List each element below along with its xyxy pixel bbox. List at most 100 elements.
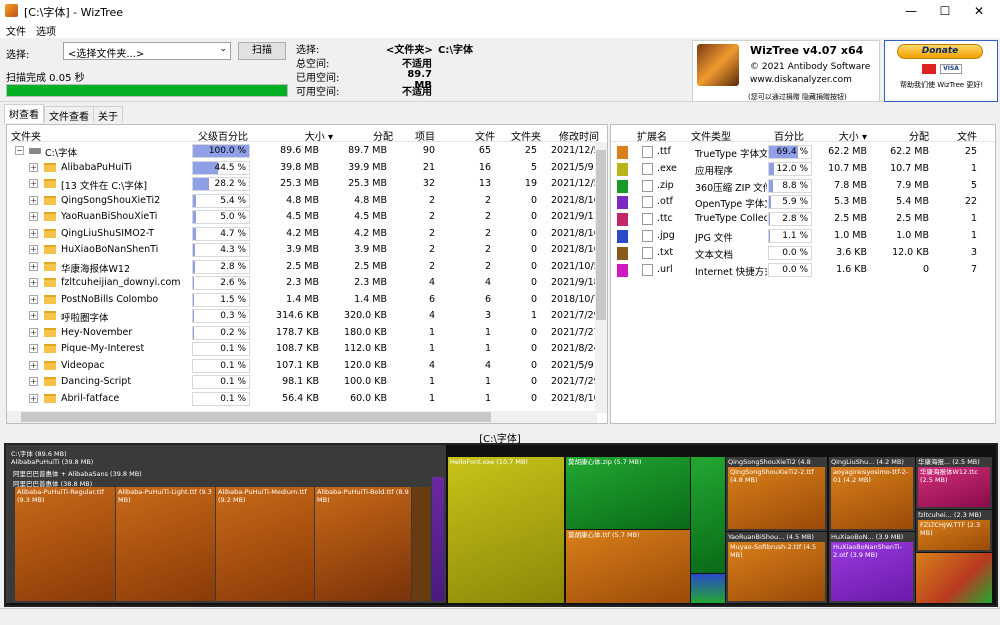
ext-row[interactable]: .zip 360压缩 ZIP 文件 8.8 % 7.8 MB 7.9 MB 5 [611, 178, 995, 195]
expand-icon[interactable]: + [29, 360, 38, 370]
folder-select[interactable]: <选择文件夹...> ⌄ [63, 42, 231, 60]
tree-row[interactable]: + Abril-fatface 0.1 % 56.4 KB 60.0 KB 1 1 0 2021… [7, 391, 607, 408]
expand-icon[interactable]: + [29, 245, 38, 254]
expand-icon[interactable]: + [29, 212, 38, 221]
ext-row[interactable]: .ttf TrueType 字体文 69.4 % 62.2 MB 62.2 MB 25 [611, 144, 995, 161]
tree-row[interactable]: + AlibabaPuHuiTi 44.5 % 39.8 MB 39.9 MB 21 16 5… [7, 160, 607, 177]
treemap-file-regular[interactable]: Alibaba-PuHuiTi-Regular.ttf (9.3 MB) [15, 487, 115, 601]
treemap-small-files[interactable] [412, 487, 430, 601]
donate-button[interactable]: Donate [897, 44, 983, 59]
ext-col-header[interactable]: 文件类型 [691, 128, 731, 143]
parent-percent-bar: 5.4 % [192, 193, 250, 208]
ext-row[interactable]: .otf OpenType 字体文 5.9 % 5.3 MB 5.4 MB 22 [611, 194, 995, 211]
scan-button[interactable]: 扫描 [238, 42, 286, 60]
treemap-qingsong-file[interactable]: QingSongShouXieTi2-2.ttf (4.8 MB) [728, 467, 825, 529]
tree-row[interactable]: + Pique-My-Interest 0.1 % 108.7 KB 112.0 KB 1… [7, 341, 607, 358]
tree-row[interactable]: + YaoRuanBiShouXieTi 5.0 % 4.5 MB 4.5 MB 2 2 0 2… [7, 209, 607, 226]
expand-icon[interactable]: + [29, 162, 38, 172]
ext-color-swatch [617, 263, 628, 277]
ext-alloc: 0 [922, 263, 929, 275]
brand-url[interactable]: www.diskanalyzer.com [750, 75, 852, 85]
treemap[interactable]: C:\字体 (89.6 MB) AlibabaPuHuiTi (39.8 MB)… [4, 443, 998, 607]
folder-name: QingSongShouXieTi2 [61, 194, 161, 206]
minimize-button[interactable]: — [894, 0, 928, 22]
tree-col-header[interactable]: 修改时间 [549, 128, 599, 143]
tree-row[interactable]: + QingLiuShuSIMO2-T 4.7 % 4.2 MB 4.2 MB 2 2 0 20… [7, 226, 607, 243]
tree-row[interactable]: + Hey-November 0.2 % 178.7 KB 180.0 KB 1 1 0 202… [7, 325, 607, 342]
tab-file-view[interactable]: 文件查看 [44, 106, 94, 123]
tree-col-header[interactable]: 大小 ▾ [283, 128, 333, 143]
tree-row[interactable]: + PostNoBills Colombo 1.5 % 1.4 MB 1.4 MB 6 6 0… [7, 292, 607, 309]
tree-row[interactable]: + QingSongShouXieTi2 5.4 % 4.8 MB 4.8 MB 2 2 0 2… [7, 193, 607, 210]
ext-row[interactable]: .jpg JPG 文件 1.1 % 1.0 MB 1.0 MB 1 [611, 228, 995, 245]
expand-icon[interactable]: + [29, 278, 38, 287]
treemap-file-bold[interactable]: Alibaba-PuHuiTi-Bold.ttf (8.9 MB) [315, 487, 411, 601]
ext-row[interactable]: .txt 文本文档 0.0 % 3.6 KB 12.0 KB 3 [611, 245, 995, 262]
tree-col-header[interactable]: 文件夹 [11, 128, 41, 143]
tab-tree-view[interactable]: 树查看 [4, 104, 44, 123]
ext-size: 1.0 MB [834, 230, 867, 241]
expand-icon[interactable]: + [29, 327, 38, 337]
tree-col-header[interactable]: 父级百分比 [193, 128, 253, 143]
treemap-zip-small[interactable] [691, 457, 725, 573]
tree-col-header[interactable]: 文件夹 [511, 128, 541, 143]
treemap-ttf-file[interactable]: 莫胡康心体.ttf (5.7 MB) [566, 530, 690, 603]
tree-row[interactable]: + 呼啦圈字体 0.3 % 314.6 KB 320.0 KB 4 3 1 2021/7/29 [7, 308, 607, 325]
tree-col-header[interactable]: 分配 [343, 128, 393, 143]
treemap-file-light[interactable]: Alibaba-PuHuiTi-Light.ttf (9.3 MB) [116, 487, 215, 601]
extension-table[interactable]: 扩展名 文件类型 百分比 大小 ▾ 分配 文件 .ttf TrueType 字体文 69.4 … [610, 124, 996, 424]
treemap-huakang-file[interactable]: 华康海报体W12.ttc (2.5 MB) [918, 467, 990, 507]
folder-tree-table[interactable]: 文件夹 父级百分比 大小 ▾ 分配 项目 文件 文件夹 修改时间 − C:\字体 100.0 % 8… [6, 124, 608, 424]
ext-row[interactable]: .url Internet 快捷方式 0.0 % 1.6 KB 0 7 [611, 262, 995, 279]
treemap-huxiao-file[interactable]: HuXiaoBoNanShenTi-2.otf (3.9 MB) [831, 542, 913, 601]
expand-icon[interactable]: + [29, 393, 38, 403]
treemap-misc-small[interactable] [916, 553, 992, 603]
menu-file[interactable]: 文件 [6, 23, 26, 38]
parent-percent-text: 2.6 % [220, 278, 246, 288]
ext-row[interactable]: .exe 应用程序 12.0 % 10.7 MB 10.7 MB 1 [611, 161, 995, 178]
treemap-hellofont-exe[interactable]: HelloFont.exe (10.7 MB) [448, 457, 564, 603]
expand-icon[interactable]: + [29, 344, 38, 353]
treemap-fzlt-file[interactable]: FZLTCHJW.TTF (2.3 MB) [918, 520, 990, 550]
ext-col-header[interactable]: 百分比 [769, 128, 809, 143]
tree-col-header[interactable]: 项目 [405, 128, 435, 143]
tree-row[interactable]: + fzltcuheijian_downyi.com 2.6 % 2.3 MB 2.3 … [7, 275, 607, 292]
tree-horizontal-scrollbar[interactable] [7, 411, 597, 423]
size-value: 1.4 MB [286, 293, 319, 305]
tree-row[interactable]: + Dancing-Script 0.1 % 98.1 KB 100.0 KB 1 1 0 20… [7, 374, 607, 391]
expand-icon[interactable]: + [29, 377, 38, 386]
ext-col-header[interactable]: 扩展名 [637, 128, 667, 143]
treemap-zip-file[interactable]: 莫胡康心体.zip (5.7 MB) [566, 457, 690, 529]
ext-col-header[interactable]: 大小 ▾ [817, 128, 867, 143]
maximize-button[interactable]: ☐ [928, 0, 962, 22]
treemap-qingliu-file[interactable]: aoyagireisyosimo-ttf-2-01 (4.2 MB) [831, 467, 913, 529]
ext-row[interactable]: .ttc TrueType Collect 2.8 % 2.5 MB 2.5 MB 1 [611, 211, 995, 228]
tree-row[interactable]: + 华康海报体W12 2.8 % 2.5 MB 2.5 MB 2 2 0 2021/10/5 [7, 259, 607, 276]
expand-icon[interactable]: + [29, 179, 38, 188]
tree-hscroll-thumb[interactable] [21, 412, 491, 422]
tree-row[interactable]: − C:\字体 100.0 % 89.6 MB 89.7 MB 90 65 25 2021/12… [7, 143, 607, 160]
treemap-jpg-cluster[interactable] [691, 574, 725, 603]
ext-col-header[interactable]: 分配 [873, 128, 929, 143]
tree-col-header[interactable]: 文件 [465, 128, 495, 143]
expand-icon[interactable]: + [29, 311, 38, 320]
tree-vertical-scrollbar[interactable] [595, 142, 607, 413]
treemap-otf-cluster[interactable] [432, 477, 444, 601]
expand-icon[interactable]: + [29, 261, 38, 271]
tree-row[interactable]: + [13 文件在 C:\字体] 28.2 % 25.3 MB 25.3 MB 32 13 1… [7, 176, 607, 193]
ext-files: 1 [970, 162, 977, 174]
expand-icon[interactable]: + [29, 195, 38, 205]
expand-icon[interactable]: − [15, 146, 24, 155]
expand-icon[interactable]: + [29, 228, 38, 238]
close-button[interactable]: ✕ [962, 0, 996, 22]
menu-options[interactable]: 选项 [36, 23, 56, 38]
treemap-file-medium[interactable]: Alibaba-PuHuiTi-Medium.ttf (9.2 MB) [216, 487, 314, 601]
tab-about[interactable]: 关于 [93, 106, 123, 123]
tree-row[interactable]: + Videopac 0.1 % 107.1 KB 120.0 KB 4 4 0 2021/5/… [7, 358, 607, 375]
ext-type: 360压缩 ZIP 文件 [695, 182, 767, 194]
expand-icon[interactable]: + [29, 294, 38, 304]
treemap-yaoruan-file[interactable]: Muyao-Softbrush-2.ttf (4.5 MB) [728, 542, 825, 601]
tree-row[interactable]: + HuXiaoBoNanShenTi 4.3 % 3.9 MB 3.9 MB 2 2 0 20… [7, 242, 607, 259]
tree-scroll-thumb[interactable] [596, 150, 606, 320]
ext-col-header[interactable]: 文件 [947, 128, 977, 143]
